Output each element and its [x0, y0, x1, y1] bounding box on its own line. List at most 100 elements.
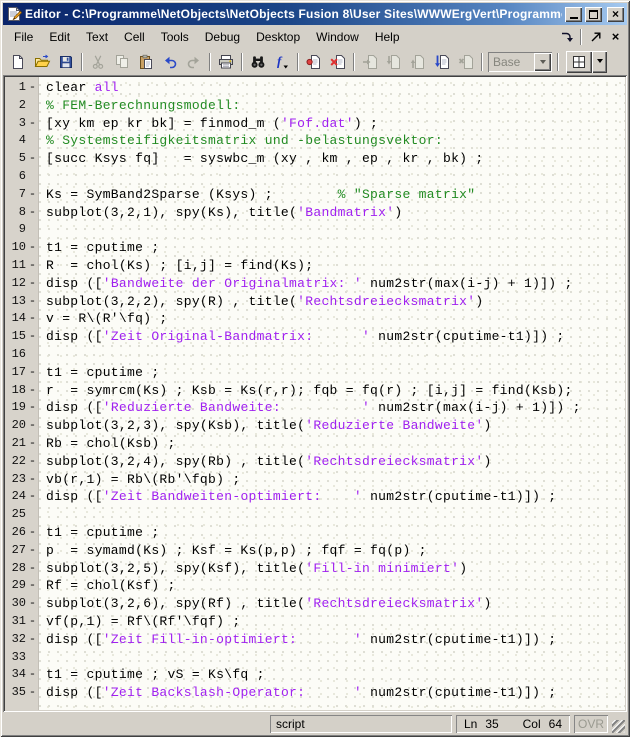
breakpoint-margin[interactable]: - [26, 577, 39, 595]
breakpoint-margin[interactable]: - [26, 524, 39, 542]
code-text[interactable]: r = symrcm(Ks) ; Ksb = Ks(r,r); fqb = fq… [39, 382, 573, 400]
breakpoint-margin[interactable]: - [26, 613, 39, 631]
code-text[interactable]: t1 = cputime ; [39, 364, 159, 382]
code-text[interactable]: [succ Ksys fq] = syswbc_m (xy , km , ep … [39, 150, 483, 168]
code-text[interactable] [39, 168, 46, 186]
step-button[interactable] [358, 51, 382, 73]
function-browser-button[interactable]: f [270, 51, 294, 73]
code-text[interactable]: R = chol(Ks) ; [i,j] = find(Ks); [39, 257, 313, 275]
breakpoint-margin[interactable]: - [26, 293, 39, 311]
breakpoint-margin[interactable] [26, 346, 39, 364]
copy-button[interactable] [110, 51, 134, 73]
code-line[interactable]: 6 [5, 168, 625, 186]
close-button[interactable]: × [607, 6, 624, 22]
code-line[interactable]: 25 [5, 506, 625, 524]
open-file-button[interactable] [30, 51, 54, 73]
run-button[interactable] [430, 51, 454, 73]
breakpoint-margin[interactable]: - [26, 328, 39, 346]
code-text[interactable]: vf(p,1) = Rf\(Rf'\fqf) ; [39, 613, 240, 631]
menu-item-cell[interactable]: Cell [116, 26, 153, 48]
find-button[interactable] [246, 51, 270, 73]
code-text[interactable]: disp (['Zeit Bandweiten-optimiert: ' num… [39, 488, 556, 506]
code-line[interactable]: 3- [xy km ep kr bk] = finmod_m ('Fof.dat'… [5, 115, 625, 133]
breakpoint-margin[interactable]: - [26, 631, 39, 649]
breakpoint-margin[interactable]: - [26, 382, 39, 400]
new-file-button[interactable] [6, 51, 30, 73]
code-text[interactable]: subplot(3,2,4), spy(Rb) , title('Rechtsd… [39, 453, 492, 471]
menu-item-tools[interactable]: Tools [153, 26, 197, 48]
breakpoint-margin[interactable]: - [26, 453, 39, 471]
code-text[interactable] [39, 506, 46, 524]
code-text[interactable]: % FEM-Berechnungsmodell: [39, 97, 240, 115]
maximize-button[interactable] [585, 6, 602, 22]
undock-icon[interactable] [587, 29, 604, 45]
set-breakpoint-button[interactable] [302, 51, 326, 73]
menu-item-help[interactable]: Help [367, 26, 408, 48]
breakpoint-margin[interactable]: - [26, 471, 39, 489]
code-text[interactable]: t1 = cputime ; vS = Ks\fq ; [39, 666, 265, 684]
code-text[interactable]: disp (['Bandweite der Originalmatrix: ' … [39, 275, 573, 293]
code-line[interactable]: 4 % Systemsteifigkeitsmatrix und -belastu… [5, 132, 625, 150]
code-line[interactable]: 26- t1 = cputime ; [5, 524, 625, 542]
code-line[interactable]: 27- p = symamd(Ks) ; Ksf = Ks(p,p) ; fqf … [5, 542, 625, 560]
breakpoint-margin[interactable] [26, 132, 39, 150]
paste-button[interactable] [134, 51, 158, 73]
code-line[interactable]: 15- disp (['Zeit Original-Bandmatrix: ' n… [5, 328, 625, 346]
code-text[interactable]: t1 = cputime ; [39, 239, 159, 257]
save-button[interactable] [54, 51, 78, 73]
code-line[interactable]: 21- Rb = chol(Ksb) ; [5, 435, 625, 453]
code-line[interactable]: 10- t1 = cputime ; [5, 239, 625, 257]
step-out-button[interactable] [406, 51, 430, 73]
code-text[interactable] [39, 346, 46, 364]
code-line[interactable]: 2 % FEM-Berechnungsmodell: [5, 97, 625, 115]
breakpoint-margin[interactable]: - [26, 488, 39, 506]
code-line[interactable]: 32- disp (['Zeit Fill-in-optimiert: ' num… [5, 631, 625, 649]
code-line[interactable]: 29- Rf = chol(Ksf) ; [5, 577, 625, 595]
breakpoint-margin[interactable]: - [26, 275, 39, 293]
code-line[interactable]: 31- vf(p,1) = Rf\(Rf'\fqf) ; [5, 613, 625, 631]
code-text[interactable]: subplot(3,2,3), spy(Ksb), title('Reduzie… [39, 417, 492, 435]
breakpoint-margin[interactable]: - [26, 364, 39, 382]
code-editor[interactable]: 1- clear all 2% FEM-Berechnungsmodell: 3- [x… [3, 75, 627, 712]
code-text[interactable]: disp (['Zeit Original-Bandmatrix: ' num2… [39, 328, 565, 346]
breakpoint-margin[interactable] [26, 168, 39, 186]
code-line[interactable]: 19- disp (['Reduzierte Bandweite: ' num2s… [5, 399, 625, 417]
code-line[interactable]: 12- disp (['Bandweite der Originalmatrix:… [5, 275, 625, 293]
dock-icon[interactable] [558, 29, 575, 45]
menu-item-window[interactable]: Window [308, 26, 367, 48]
code-line[interactable]: 7- Ks = SymBand2Sparse (Ksys) ; % "Sparse… [5, 186, 625, 204]
code-line[interactable]: 16 [5, 346, 625, 364]
code-text[interactable]: clear all [39, 79, 119, 97]
code-text[interactable] [39, 221, 46, 239]
code-line[interactable]: 5- [succ Ksys fq] = syswbc_m (xy , km , e… [5, 150, 625, 168]
titlebar[interactable]: Editor - C:\Programme\NetObjects\NetObje… [3, 3, 627, 25]
breakpoint-margin[interactable]: - [26, 257, 39, 275]
code-line[interactable]: 22- subplot(3,2,4), spy(Rb) , title('Rech… [5, 453, 625, 471]
code-text[interactable]: t1 = cputime ; [39, 524, 159, 542]
breakpoint-margin[interactable]: - [26, 204, 39, 222]
code-text[interactable]: subplot(3,2,6), spy(Rf) , title('Rechtsd… [39, 595, 492, 613]
breakpoint-margin[interactable] [26, 649, 39, 667]
code-text[interactable]: Rf = chol(Ksf) ; [39, 577, 176, 595]
exit-debug-button[interactable] [454, 51, 478, 73]
code-line[interactable]: 20- subplot(3,2,3), spy(Ksb), title('Redu… [5, 417, 625, 435]
breakpoint-margin[interactable]: - [26, 79, 39, 97]
code-line[interactable]: 28- subplot(3,2,5), spy(Ksf), title('Fill… [5, 560, 625, 578]
code-line[interactable]: 24- disp (['Zeit Bandweiten-optimiert: ' … [5, 488, 625, 506]
breakpoint-margin[interactable]: - [26, 666, 39, 684]
menu-item-desktop[interactable]: Desktop [248, 26, 308, 48]
minimize-button[interactable] [565, 6, 582, 22]
code-line[interactable]: 33 [5, 649, 625, 667]
cut-button[interactable] [86, 51, 110, 73]
breakpoint-margin[interactable]: - [26, 542, 39, 560]
combobox-dropdown-button[interactable] [534, 52, 551, 71]
code-line[interactable]: 34- t1 = cputime ; vS = Ks\fq ; [5, 666, 625, 684]
code-text[interactable]: [xy km ep kr bk] = finmod_m ('Fof.dat') … [39, 115, 378, 133]
code-text[interactable]: disp (['Zeit Backslash-Operator: ' num2s… [39, 684, 556, 702]
code-text[interactable]: subplot(3,2,2), spy(R) , title('Rechtsdr… [39, 293, 483, 311]
code-text[interactable] [39, 649, 46, 667]
code-line[interactable]: 17- t1 = cputime ; [5, 364, 625, 382]
code-line[interactable]: 30- subplot(3,2,6), spy(Rf) , title('Rech… [5, 595, 625, 613]
code-line[interactable]: 18- r = symrcm(Ks) ; Ksb = Ks(r,r); fqb =… [5, 382, 625, 400]
code-text[interactable]: % Systemsteifigkeitsmatrix und -belastun… [39, 132, 443, 150]
